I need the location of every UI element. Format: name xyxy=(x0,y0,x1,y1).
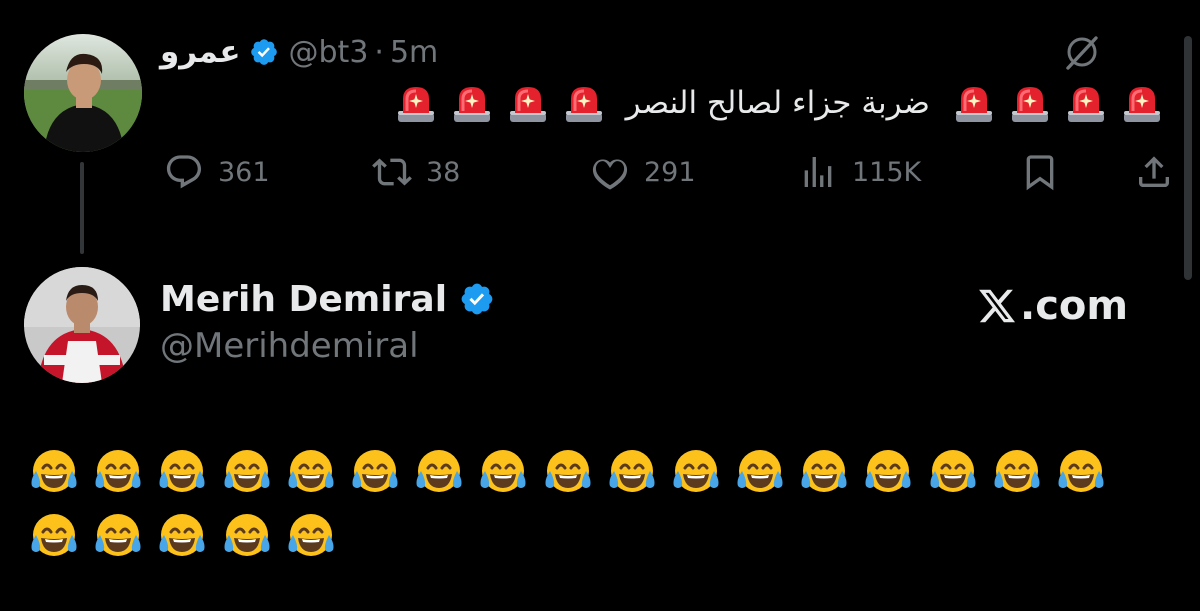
views-count: 115K xyxy=(852,156,922,188)
author-handle[interactable]: @bt3 xyxy=(289,35,369,70)
face-with-tears-of-joy-emoji xyxy=(801,450,847,492)
face-with-tears-of-joy-emoji xyxy=(31,514,77,556)
siren-emoji xyxy=(1124,87,1160,122)
retweet-button[interactable]: 38 xyxy=(372,146,460,198)
face-with-tears-of-joy-emoji xyxy=(994,450,1040,492)
tweet-time[interactable]: 5m xyxy=(390,35,438,70)
face-with-tears-of-joy-emoji xyxy=(224,514,270,556)
grok-icon[interactable] xyxy=(1062,32,1102,72)
face-with-tears-of-joy-emoji xyxy=(545,450,590,492)
siren-emoji xyxy=(565,87,602,122)
face-with-tears-of-joy-emoji xyxy=(673,450,719,492)
face-with-tears-of-joy-emoji xyxy=(95,450,141,492)
share-icon xyxy=(1139,156,1169,187)
quoted-author-avatar[interactable] xyxy=(24,267,140,383)
reply-icon xyxy=(166,155,202,189)
face-with-tears-of-joy-emoji xyxy=(930,450,976,492)
face-with-tears-of-joy-emoji xyxy=(288,450,334,492)
siren-emoji xyxy=(397,87,434,122)
x-logo-icon xyxy=(979,289,1016,323)
retweet-icon xyxy=(372,158,412,186)
face-with-tears-of-joy-emoji xyxy=(352,450,398,492)
face-with-tears-of-joy-emoji xyxy=(416,450,462,492)
like-count: 291 xyxy=(644,156,696,188)
face-with-tears-of-joy-emoji xyxy=(31,450,77,492)
face-with-tears-of-joy-emoji xyxy=(609,450,655,492)
like-icon xyxy=(592,159,628,190)
siren-emoji xyxy=(509,87,546,122)
author-name[interactable]: عمرو xyxy=(160,34,241,70)
siren-emoji xyxy=(453,87,490,122)
bookmark-button[interactable] xyxy=(1020,146,1060,198)
quoted-tweet-header: Merih Demiral xyxy=(160,274,495,324)
tweet-actions: 361 38 291 115K xyxy=(164,146,1174,198)
face-with-tears-of-joy-emoji xyxy=(1058,450,1104,492)
x-com-watermark: .com xyxy=(976,278,1128,334)
face-with-tears-of-joy-emoji xyxy=(224,450,270,492)
face-with-tears-of-joy-emoji xyxy=(159,450,205,492)
tweet-text: ضربة جزاء لصالح النصر xyxy=(382,78,1164,128)
emoji-row xyxy=(28,510,349,562)
reply-button[interactable]: 361 xyxy=(164,146,270,198)
views-icon xyxy=(804,157,832,187)
verified-badge-icon xyxy=(250,39,277,65)
bookmark-icon xyxy=(1026,155,1054,191)
face-with-tears-of-joy-emoji xyxy=(95,514,141,556)
siren-group-before xyxy=(940,81,1164,125)
siren-emoji xyxy=(1068,87,1104,122)
scrollbar[interactable] xyxy=(1184,36,1192,280)
quoted-author-name[interactable]: Merih Demiral xyxy=(160,279,447,320)
brand-domain: .com xyxy=(1020,283,1129,329)
face-with-tears-of-joy-emoji xyxy=(288,514,334,556)
like-button[interactable]: 291 xyxy=(590,146,696,198)
siren-emoji xyxy=(956,87,992,122)
share-button[interactable] xyxy=(1134,146,1174,198)
retweet-count: 38 xyxy=(426,156,461,188)
face-with-tears-of-joy-emoji xyxy=(865,450,911,492)
siren-emoji xyxy=(1012,87,1048,122)
tweet-text-body: ضربة جزاء لصالح النصر xyxy=(625,85,930,121)
reply-count: 361 xyxy=(218,156,270,188)
verified-badge-icon xyxy=(461,283,493,315)
emoji-row xyxy=(28,446,1119,498)
views-button[interactable]: 115K xyxy=(798,146,921,198)
thread-connector-line xyxy=(80,162,84,254)
siren-group-after xyxy=(382,81,606,125)
quoted-author-handle[interactable]: @Merihdemiral xyxy=(160,326,419,366)
face-with-tears-of-joy-emoji xyxy=(480,450,526,492)
face-with-tears-of-joy-emoji xyxy=(159,514,205,556)
tweet-header: عمرو @bt3 · 5m xyxy=(160,30,438,74)
separator-dot: · xyxy=(374,34,384,70)
author-avatar[interactable] xyxy=(24,34,142,152)
face-with-tears-of-joy-emoji xyxy=(737,450,783,492)
